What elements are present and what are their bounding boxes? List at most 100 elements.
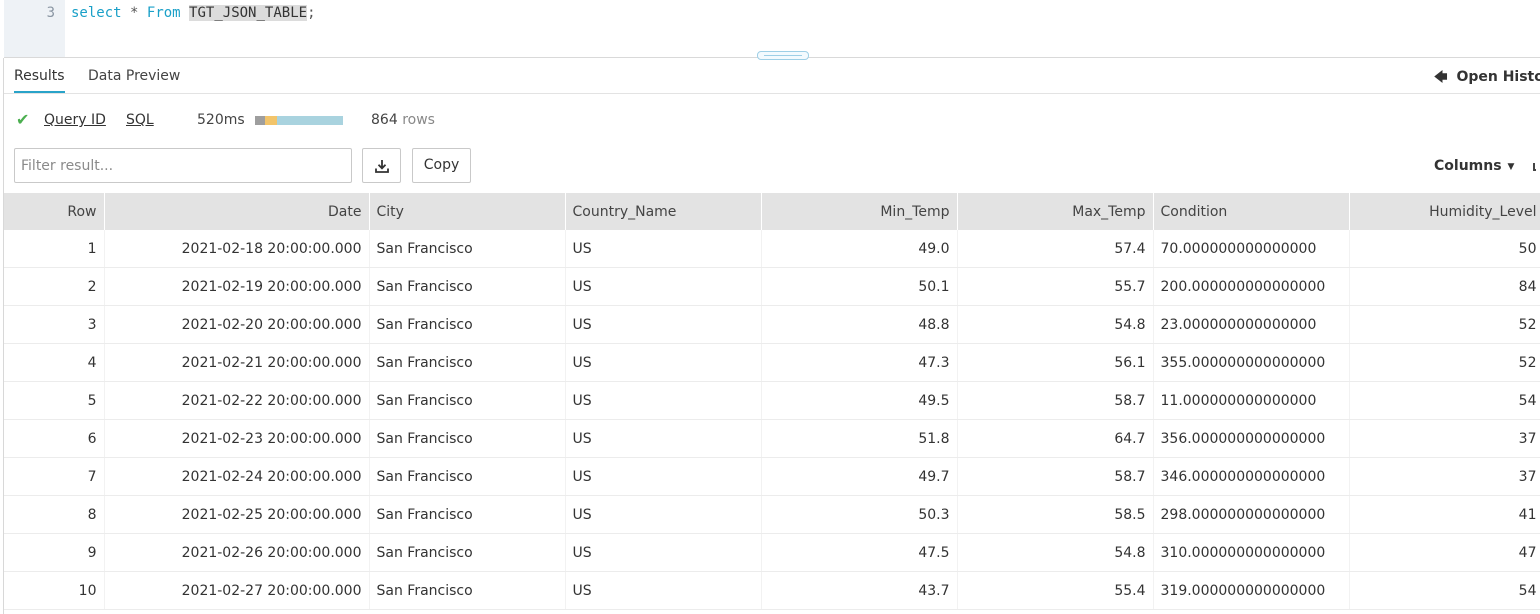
table-row[interactable]: 3 2021-02-20 20:00:00.000 San Francisco US 4…	[4, 305, 1540, 344]
row-number-cell[interactable]: 5	[4, 381, 105, 420]
column-header-date[interactable]: Date	[104, 193, 370, 230]
humidity-level-cell[interactable]: 52	[1349, 305, 1540, 344]
condition-cell[interactable]: 356.000000000000000	[1153, 419, 1350, 458]
city-cell[interactable]: San Francisco	[369, 533, 566, 572]
date-cell[interactable]: 2021-02-18 20:00:00.000	[104, 230, 370, 268]
table-row[interactable]: 2 2021-02-19 20:00:00.000 San Francisco US 5…	[4, 267, 1540, 306]
tab-data-preview[interactable]: Data Preview	[88, 58, 180, 92]
table-row[interactable]: 9 2021-02-26 20:00:00.000 San Francisco US 4…	[4, 533, 1540, 572]
max-temp-cell[interactable]: 58.5	[957, 495, 1154, 534]
date-cell[interactable]: 2021-02-25 20:00:00.000	[104, 495, 370, 534]
timing-bar[interactable]	[255, 116, 343, 125]
condition-cell[interactable]: 23.000000000000000	[1153, 305, 1350, 344]
max-temp-cell[interactable]: 64.7	[957, 419, 1154, 458]
city-cell[interactable]: San Francisco	[369, 343, 566, 382]
min-temp-cell[interactable]: 47.3	[761, 343, 958, 382]
max-temp-cell[interactable]: 54.8	[957, 533, 1154, 572]
row-number-cell[interactable]: 3	[4, 305, 105, 344]
row-number-cell[interactable]: 10	[4, 571, 105, 610]
row-number-cell[interactable]: 4	[4, 343, 105, 382]
download-button[interactable]	[362, 148, 401, 183]
row-number-cell[interactable]: 6	[4, 419, 105, 458]
min-temp-cell[interactable]: 48.8	[761, 305, 958, 344]
country-name-cell[interactable]: US	[565, 343, 762, 382]
row-number-cell[interactable]: 2	[4, 267, 105, 306]
copy-button[interactable]: Copy	[412, 148, 471, 183]
city-cell[interactable]: San Francisco	[369, 381, 566, 420]
row-number-cell[interactable]: 8	[4, 495, 105, 534]
condition-cell[interactable]: 298.000000000000000	[1153, 495, 1350, 534]
humidity-level-cell[interactable]: 54	[1349, 571, 1540, 610]
fullscreen-icon[interactable]	[1533, 163, 1536, 171]
country-name-cell[interactable]: US	[565, 381, 762, 420]
country-name-cell[interactable]: US	[565, 495, 762, 534]
condition-cell[interactable]: 11.000000000000000	[1153, 381, 1350, 420]
date-cell[interactable]: 2021-02-24 20:00:00.000	[104, 457, 370, 496]
sql-editor[interactable]: 3 select * From TGT_JSON_TABLE;	[0, 0, 1540, 58]
column-header-country-name[interactable]: Country_Name	[565, 193, 762, 230]
city-cell[interactable]: San Francisco	[369, 305, 566, 344]
humidity-level-cell[interactable]: 37	[1349, 457, 1540, 496]
country-name-cell[interactable]: US	[565, 571, 762, 610]
city-cell[interactable]: San Francisco	[369, 267, 566, 306]
min-temp-cell[interactable]: 49.5	[761, 381, 958, 420]
max-temp-cell[interactable]: 58.7	[957, 457, 1154, 496]
humidity-level-cell[interactable]: 84	[1349, 267, 1540, 306]
table-row[interactable]: 7 2021-02-24 20:00:00.000 San Francisco US 4…	[4, 457, 1540, 496]
condition-cell[interactable]: 319.000000000000000	[1153, 571, 1350, 610]
min-temp-cell[interactable]: 50.3	[761, 495, 958, 534]
date-cell[interactable]: 2021-02-22 20:00:00.000	[104, 381, 370, 420]
query-id-link[interactable]: Query ID	[44, 112, 106, 128]
tab-results[interactable]: Results	[14, 58, 65, 93]
max-temp-cell[interactable]: 56.1	[957, 343, 1154, 382]
condition-cell[interactable]: 200.000000000000000	[1153, 267, 1350, 306]
humidity-level-cell[interactable]: 54	[1349, 381, 1540, 420]
min-temp-cell[interactable]: 49.7	[761, 457, 958, 496]
city-cell[interactable]: San Francisco	[369, 495, 566, 534]
column-header-max-temp[interactable]: Max_Temp	[957, 193, 1154, 230]
country-name-cell[interactable]: US	[565, 457, 762, 496]
min-temp-cell[interactable]: 47.5	[761, 533, 958, 572]
country-name-cell[interactable]: US	[565, 305, 762, 344]
humidity-level-cell[interactable]: 52	[1349, 343, 1540, 382]
table-row[interactable]: 1 2021-02-18 20:00:00.000 San Francisco US 4…	[4, 230, 1540, 268]
humidity-level-cell[interactable]: 50	[1349, 230, 1540, 268]
table-row[interactable]: 8 2021-02-25 20:00:00.000 San Francisco US 5…	[4, 495, 1540, 534]
humidity-level-cell[interactable]: 37	[1349, 419, 1540, 458]
city-cell[interactable]: San Francisco	[369, 230, 566, 268]
code-line[interactable]: select * From TGT_JSON_TABLE;	[71, 5, 316, 21]
columns-dropdown[interactable]: Columns ▼	[1434, 158, 1514, 174]
condition-cell[interactable]: 346.000000000000000	[1153, 457, 1350, 496]
column-header-condition[interactable]: Condition	[1153, 193, 1350, 230]
row-number-cell[interactable]: 1	[4, 230, 105, 268]
max-temp-cell[interactable]: 55.4	[957, 571, 1154, 610]
max-temp-cell[interactable]: 57.4	[957, 230, 1154, 268]
condition-cell[interactable]: 355.000000000000000	[1153, 343, 1350, 382]
city-cell[interactable]: San Francisco	[369, 571, 566, 610]
date-cell[interactable]: 2021-02-23 20:00:00.000	[104, 419, 370, 458]
date-cell[interactable]: 2021-02-21 20:00:00.000	[104, 343, 370, 382]
min-temp-cell[interactable]: 50.1	[761, 267, 958, 306]
date-cell[interactable]: 2021-02-27 20:00:00.000	[104, 571, 370, 610]
condition-cell[interactable]: 70.000000000000000	[1153, 230, 1350, 268]
country-name-cell[interactable]: US	[565, 419, 762, 458]
max-temp-cell[interactable]: 58.7	[957, 381, 1154, 420]
min-temp-cell[interactable]: 49.0	[761, 230, 958, 268]
row-number-cell[interactable]: 7	[4, 457, 105, 496]
min-temp-cell[interactable]: 51.8	[761, 419, 958, 458]
column-header-row[interactable]: Row	[4, 193, 105, 230]
column-header-min-temp[interactable]: Min_Temp	[761, 193, 958, 230]
city-cell[interactable]: San Francisco	[369, 457, 566, 496]
country-name-cell[interactable]: US	[565, 533, 762, 572]
table-row[interactable]: 10 2021-02-27 20:00:00.000 San Francisco US…	[4, 571, 1540, 610]
date-cell[interactable]: 2021-02-20 20:00:00.000	[104, 305, 370, 344]
humidity-level-cell[interactable]: 41	[1349, 495, 1540, 534]
sql-link[interactable]: SQL	[126, 112, 154, 128]
humidity-level-cell[interactable]: 47	[1349, 533, 1540, 572]
filter-result-input[interactable]	[14, 148, 352, 183]
date-cell[interactable]: 2021-02-19 20:00:00.000	[104, 267, 370, 306]
column-header-humidity-level[interactable]: Humidity_Level	[1349, 193, 1540, 230]
table-row[interactable]: 4 2021-02-21 20:00:00.000 San Francisco US 4…	[4, 343, 1540, 382]
open-history-button[interactable]: 🡄 Open Histor	[1434, 68, 1540, 90]
condition-cell[interactable]: 310.000000000000000	[1153, 533, 1350, 572]
